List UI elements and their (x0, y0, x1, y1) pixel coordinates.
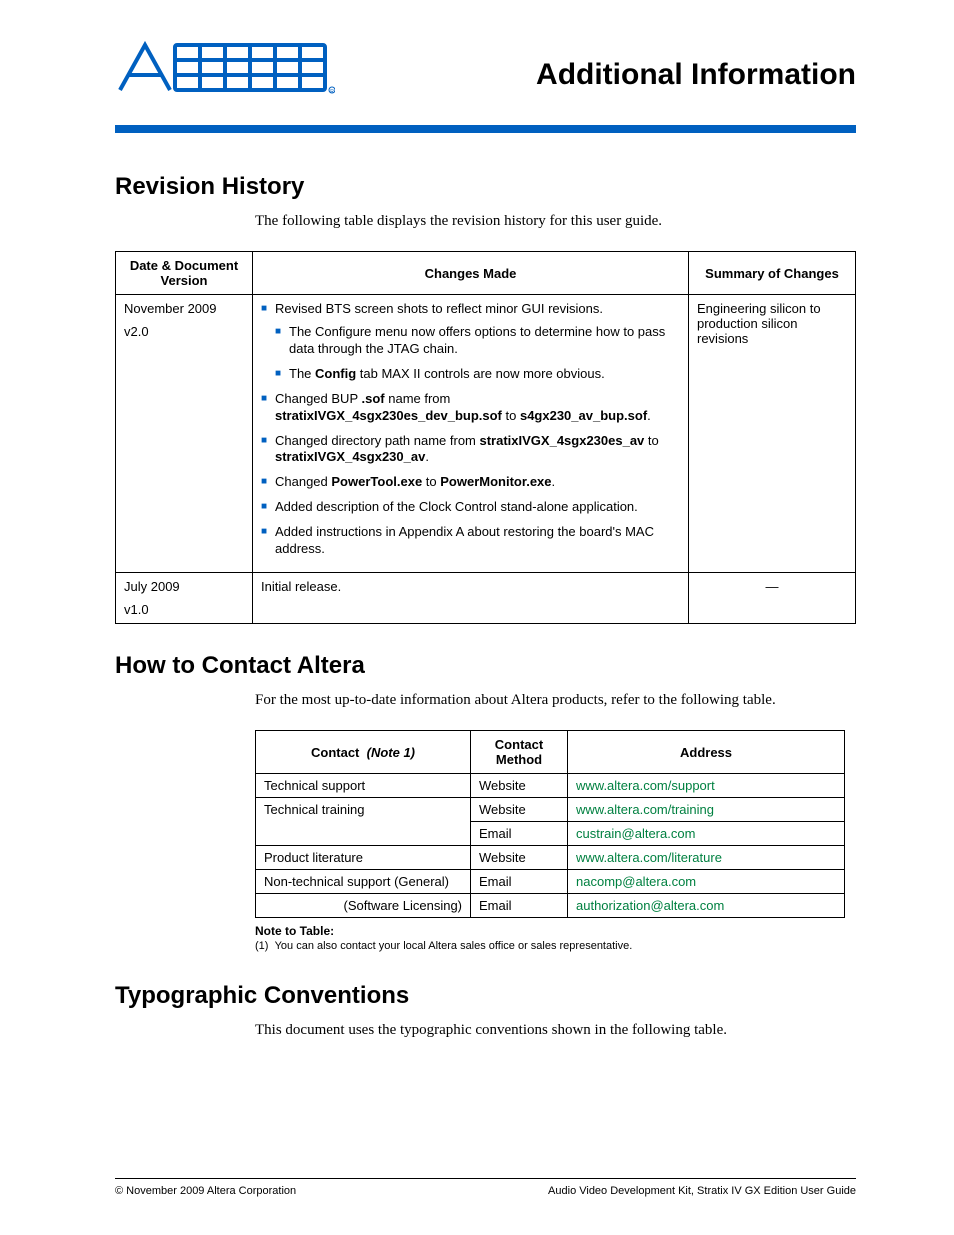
th-changes: Changes Made (253, 252, 689, 295)
rev-version: v1.0 (124, 602, 244, 617)
th-contact: Contact (Note 1) (256, 731, 471, 774)
th-method: Contact Method (471, 731, 568, 774)
rev-version: v2.0 (124, 324, 244, 339)
change-item: Added instructions in Appendix A about r… (261, 524, 680, 558)
change-item: Revised BTS screen shots to reflect mino… (261, 301, 680, 383)
rev-summary: Engineering silicon to production silico… (689, 295, 856, 573)
section-heading-contact: How to Contact Altera (115, 652, 856, 680)
th-summary: Summary of Changes (689, 252, 856, 295)
footer-right: Audio Video Development Kit, Stratix IV … (548, 1185, 856, 1197)
link-authorization[interactable]: authorization@altera.com (576, 898, 724, 913)
svg-text:R: R (330, 89, 334, 95)
intro-revision: The following table displays the revisio… (255, 211, 856, 231)
header-rule (115, 125, 856, 133)
table-row: Technical training Website www.altera.co… (256, 798, 845, 822)
change-subitem: The Config tab MAX II controls are now m… (275, 366, 680, 383)
link-support[interactable]: www.altera.com/support (576, 778, 715, 793)
page-header: R Additional Information (115, 40, 856, 95)
contact-table: Contact (Note 1) Contact Method Address … (255, 730, 845, 918)
altera-logo: R (115, 40, 335, 95)
table-row: July 2009 v1.0 Initial release. — (116, 572, 856, 623)
link-literature[interactable]: www.altera.com/literature (576, 850, 722, 865)
link-custrain[interactable]: custrain@altera.com (576, 826, 695, 841)
revision-history-table: Date & Document Version Changes Made Sum… (115, 251, 856, 624)
change-item: Changed BUP .sof name from stratixIVGX_4… (261, 391, 680, 425)
table-row: (Software Licensing) Email authorization… (256, 894, 845, 918)
rev-date: November 2009 (124, 301, 244, 316)
th-address: Address (568, 731, 845, 774)
page-title: Additional Information (536, 58, 856, 92)
rev-date: July 2009 (124, 579, 244, 594)
table-row: Product literature Website www.altera.co… (256, 846, 845, 870)
note-text: (1) You can also contact your local Alte… (255, 940, 856, 952)
link-nacomp[interactable]: nacomp@altera.com (576, 874, 696, 889)
table-row: Non-technical support (General) Email na… (256, 870, 845, 894)
rev-changes: Initial release. (253, 572, 689, 623)
footer-left: © November 2009 Altera Corporation (115, 1185, 296, 1197)
change-item: Added description of the Clock Control s… (261, 499, 680, 516)
table-row: Technical support Website www.altera.com… (256, 774, 845, 798)
section-heading-typographic: Typographic Conventions (115, 982, 856, 1010)
note-label: Note to Table: (255, 924, 856, 938)
change-item: Changed PowerTool.exe to PowerMonitor.ex… (261, 474, 680, 491)
rev-summary: — (689, 572, 856, 623)
link-training[interactable]: www.altera.com/training (576, 802, 714, 817)
change-item: Changed directory path name from stratix… (261, 433, 680, 467)
section-heading-revision: Revision History (115, 173, 856, 201)
table-row: November 2009 v2.0 Revised BTS screen sh… (116, 295, 856, 573)
th-date: Date & Document Version (116, 252, 253, 295)
page-footer: © November 2009 Altera Corporation Audio… (115, 1178, 856, 1197)
intro-typographic: This document uses the typographic conve… (255, 1020, 856, 1040)
intro-contact: For the most up-to-date information abou… (255, 690, 856, 710)
change-subitem: The Configure menu now offers options to… (275, 324, 680, 358)
